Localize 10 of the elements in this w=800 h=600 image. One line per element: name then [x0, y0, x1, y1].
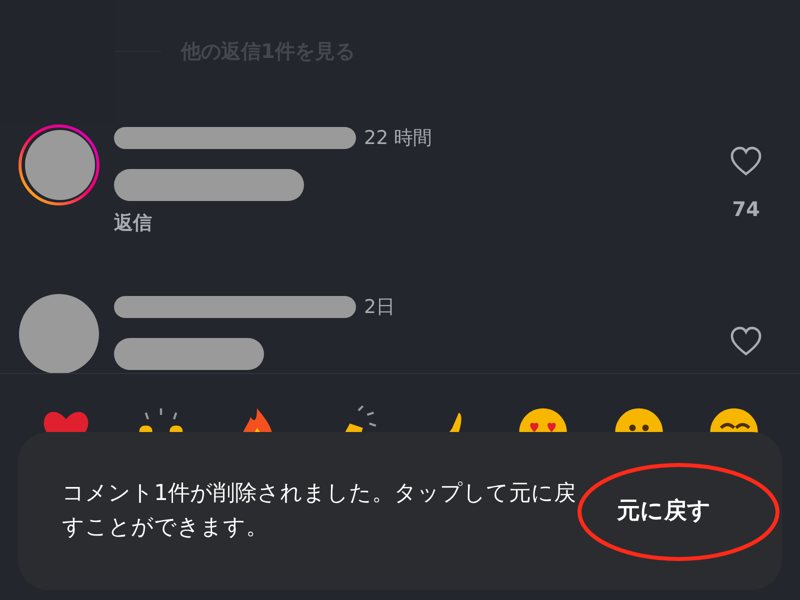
heart-icon[interactable]: [730, 146, 762, 176]
avatar[interactable]: [18, 124, 100, 206]
undo-button[interactable]: 元に戻す: [617, 494, 711, 528]
reply-button[interactable]: 返信: [114, 208, 152, 237]
like-count: 74: [732, 196, 760, 223]
avatar[interactable]: [18, 293, 100, 375]
heart-icon[interactable]: [730, 326, 762, 356]
toast-message: コメント1件が削除されました。タップして元に戻すことができます。: [62, 480, 577, 542]
comment-time: 22 時間: [364, 126, 432, 151]
comment-time: 2日: [364, 295, 396, 320]
